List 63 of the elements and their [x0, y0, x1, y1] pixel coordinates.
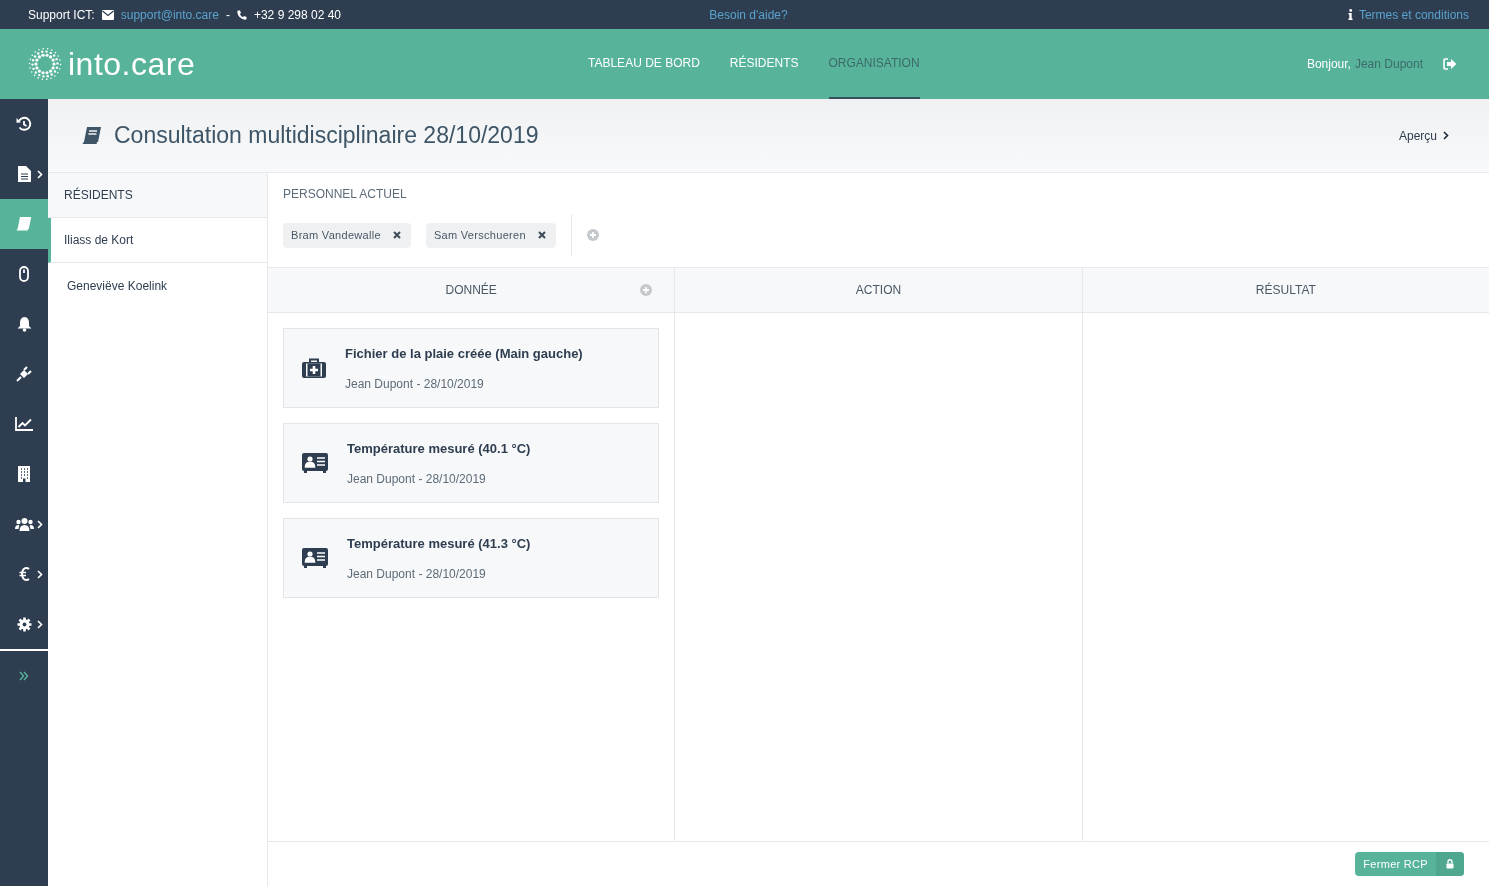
terms-link[interactable]: Termes et conditions: [1358, 7, 1469, 22]
lock-icon: [1446, 859, 1454, 869]
staff-name: Sam Verschueren: [433, 229, 526, 241]
remove-button[interactable]: [537, 231, 546, 239]
email-link[interactable]: support@into.care: [120, 7, 219, 22]
nav-tab[interactable]: TABLEAU DE BORD: [588, 29, 700, 99]
entry-title: Fichier de la plaie créée (Main gauche): [345, 345, 583, 361]
chevron-right-icon: [37, 170, 43, 179]
plug-icon: [16, 366, 32, 382]
support-label: Support ICT:: [28, 7, 95, 22]
greeting: Bonjour,: [1306, 57, 1351, 71]
logo-mark-icon: [28, 47, 62, 81]
close-icon: [537, 231, 546, 239]
building-icon: [18, 466, 30, 482]
preview-button[interactable]: Aperçu: [1392, 127, 1455, 144]
entry-card[interactable]: Température mesuré (40.1 °C) Jean Dupont - 28/10/2019: [283, 423, 660, 503]
document-icon: [17, 166, 31, 182]
entry-title: Température mesuré (40.1 °C): [347, 440, 531, 456]
info-icon: [1347, 9, 1353, 20]
double-chevron-icon[interactable]: [19, 671, 29, 681]
users-icon: [14, 516, 34, 532]
close-rcp-button[interactable]: Fermer RCP: [1355, 852, 1464, 876]
logo-text: into.care: [68, 45, 196, 83]
bell-icon: [16, 316, 32, 332]
entry-card[interactable]: Fichier de la plaie créée (Main gauche) Jean Dupont - 28/10/2019: [283, 328, 660, 408]
logout-icon: [1443, 58, 1457, 70]
history-icon: [16, 116, 32, 132]
residents-heading: RÉSIDENTS: [48, 173, 267, 218]
resident-item[interactable]: Iliass de Kort: [48, 218, 267, 263]
chevron-right-icon: [1443, 131, 1449, 140]
close-icon: [392, 231, 401, 239]
book-icon: [16, 216, 32, 232]
medical-kit-icon: [302, 358, 326, 378]
nav-tab[interactable]: RÉSIDENTS: [729, 29, 799, 99]
add-icon: [640, 284, 653, 296]
line-chart-icon: [15, 417, 33, 431]
page-title: Consultation multidisciplinaire 28/10/2019: [114, 122, 540, 149]
staff-name: Bram Vandewalle: [291, 229, 381, 241]
remove-button[interactable]: [392, 231, 401, 239]
id-card-icon: [302, 453, 328, 473]
mail-icon: [101, 9, 114, 20]
euro-icon: [18, 567, 30, 581]
phone-number: +32 9 298 02 40: [253, 7, 342, 22]
staff-heading: PERSONNEL ACTUEL: [283, 187, 408, 201]
chevron-right-icon: [37, 520, 43, 529]
separator: -: [225, 7, 230, 22]
help-link[interactable]: Besoin d'aide?: [709, 7, 788, 22]
column-title: ACTION: [855, 283, 902, 297]
id-card-icon: [302, 548, 328, 568]
chevron-right-icon: [37, 620, 43, 629]
column-title: DONNÉE: [445, 283, 497, 297]
entry-meta: Jean Dupont - 28/10/2019: [347, 566, 487, 581]
user-name-link[interactable]: Jean Dupont: [1354, 57, 1423, 71]
entry-meta: Jean Dupont - 28/10/2019: [347, 471, 487, 486]
book-icon: [82, 126, 102, 145]
entry-card[interactable]: Température mesuré (41.3 °C) Jean Dupont - 28/10/2019: [283, 518, 660, 598]
entry-title: Température mesuré (41.3 °C): [347, 535, 531, 551]
phone-icon: [236, 9, 247, 20]
mouse-icon: [19, 266, 29, 282]
settings-icon: [16, 616, 32, 632]
entry-meta: Jean Dupont - 28/10/2019: [345, 376, 485, 391]
chevron-right-icon: [37, 570, 43, 579]
column-title: RÉSULTAT: [1255, 283, 1316, 297]
